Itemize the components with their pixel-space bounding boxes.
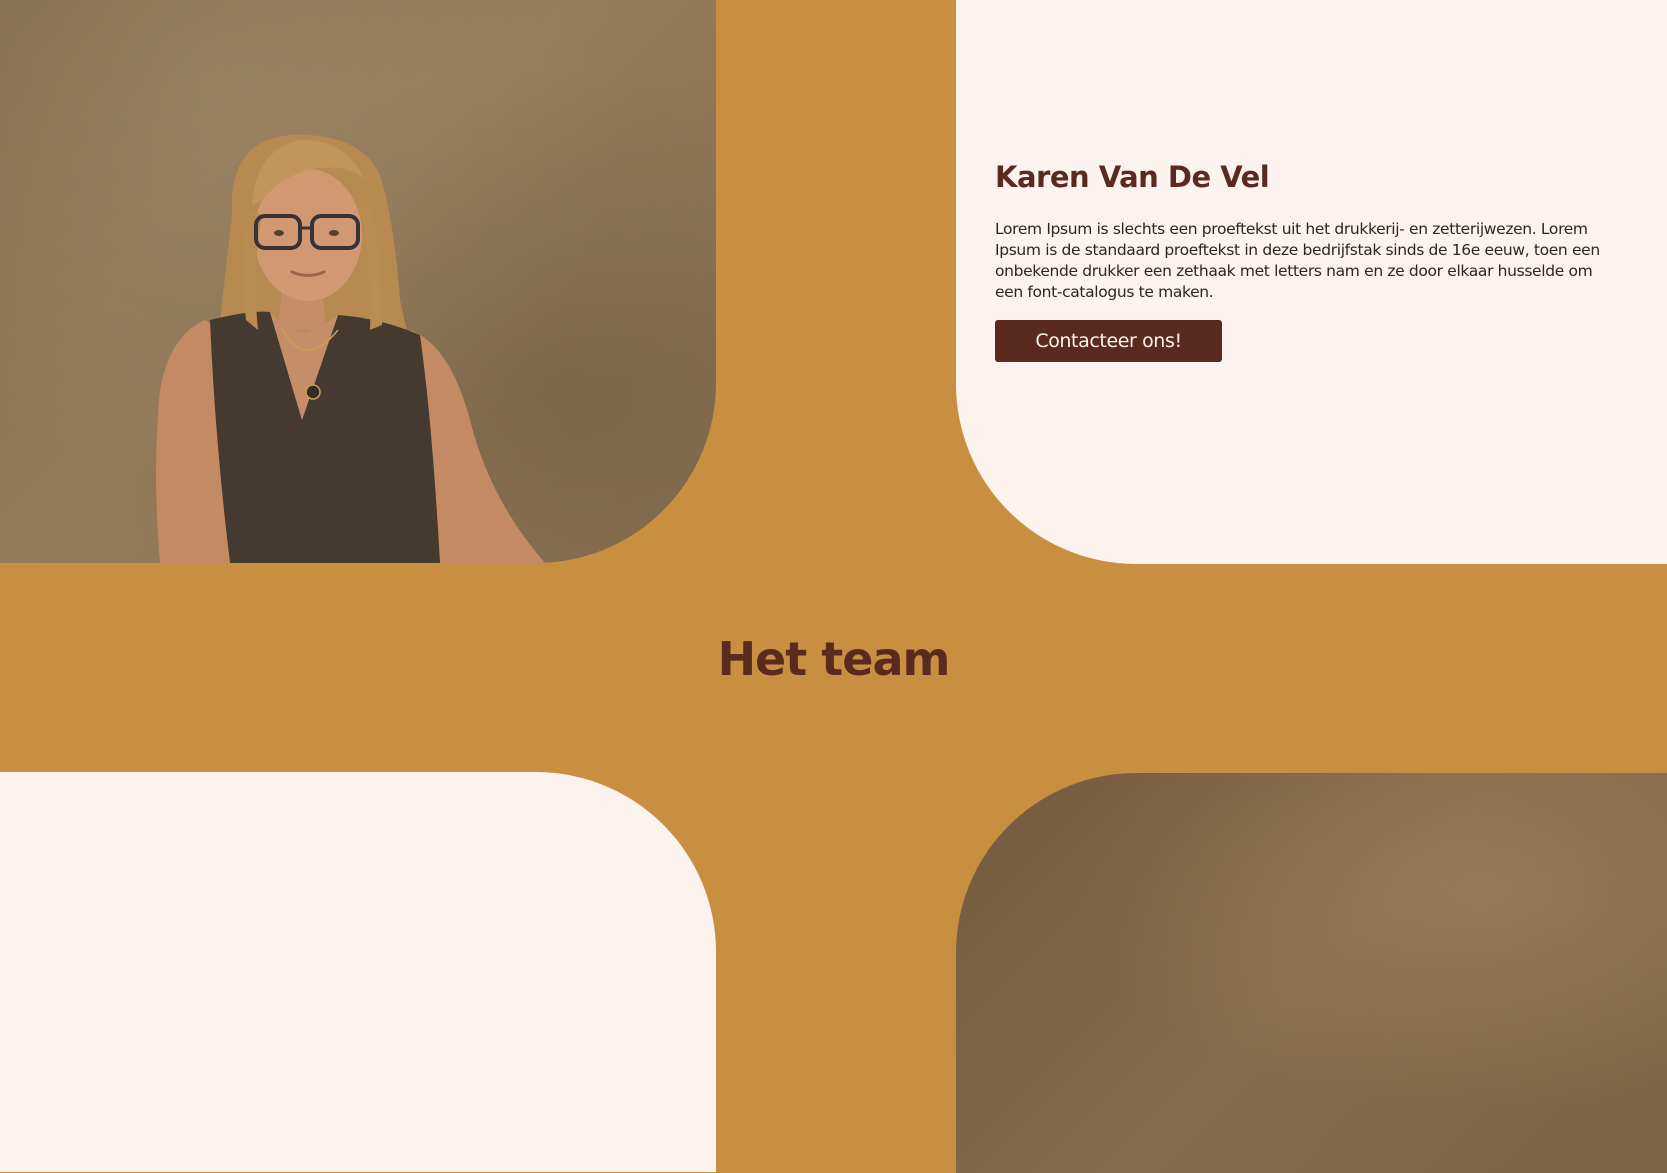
profile-photo	[0, 0, 716, 563]
team-member-photo	[956, 773, 1667, 1173]
team-section-title: Het team	[717, 632, 951, 686]
profile-card: Karen Van De Vel Lorem Ipsum is slechts …	[956, 0, 1667, 564]
contact-button[interactable]: Contacteer ons!	[995, 320, 1222, 362]
profile-bio: Lorem Ipsum is slechts een proeftekst ui…	[995, 220, 1600, 301]
team-member-card	[0, 772, 716, 1172]
profile-name: Karen Van De Vel	[995, 160, 1270, 194]
portrait-illustration	[0, 0, 716, 563]
